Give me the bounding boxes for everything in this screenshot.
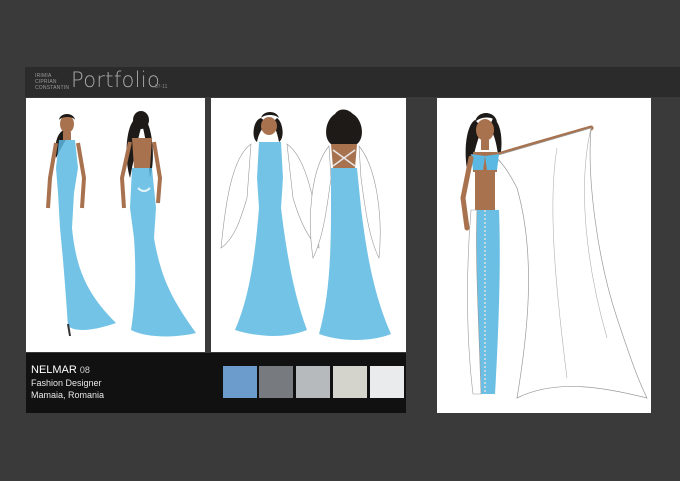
page-title: Portfolio bbox=[71, 68, 161, 92]
brand-name: NELMAR bbox=[31, 364, 77, 376]
sketch-mermaid-gown-illustration bbox=[46, 111, 196, 337]
designer-names: IRIMIA CIPRIAN CONSTANTIN bbox=[35, 73, 69, 91]
sketch-panel-2 bbox=[211, 98, 406, 352]
brand-number: 08 bbox=[79, 365, 90, 375]
header-bar: IRIMIA CIPRIAN CONSTANTIN Portfolio 07-1… bbox=[25, 67, 680, 97]
swatch-sky-blue bbox=[223, 366, 257, 398]
designer-last-name: CONSTANTIN bbox=[35, 85, 70, 91]
designer-info-bar: NELMAR 08 Fashion Designer Mamaia, Roman… bbox=[26, 353, 406, 413]
sketch-panel-3 bbox=[437, 98, 651, 413]
sketch-cape-gown-illustration bbox=[220, 109, 391, 340]
swatch-ivory bbox=[333, 366, 367, 398]
designer-location: Mamaia, Romania bbox=[31, 390, 105, 400]
sketch-two-piece-gown-illustration bbox=[460, 113, 648, 399]
designer-role: Fashion Designer bbox=[31, 378, 102, 388]
sketch-panel-1 bbox=[26, 98, 205, 352]
swatch-silver bbox=[296, 366, 330, 398]
swatch-slate-grey bbox=[259, 366, 293, 398]
brand-line: NELMAR 08 bbox=[31, 364, 90, 376]
swatch-white bbox=[370, 366, 404, 398]
page-number: 07-11 bbox=[155, 84, 168, 90]
